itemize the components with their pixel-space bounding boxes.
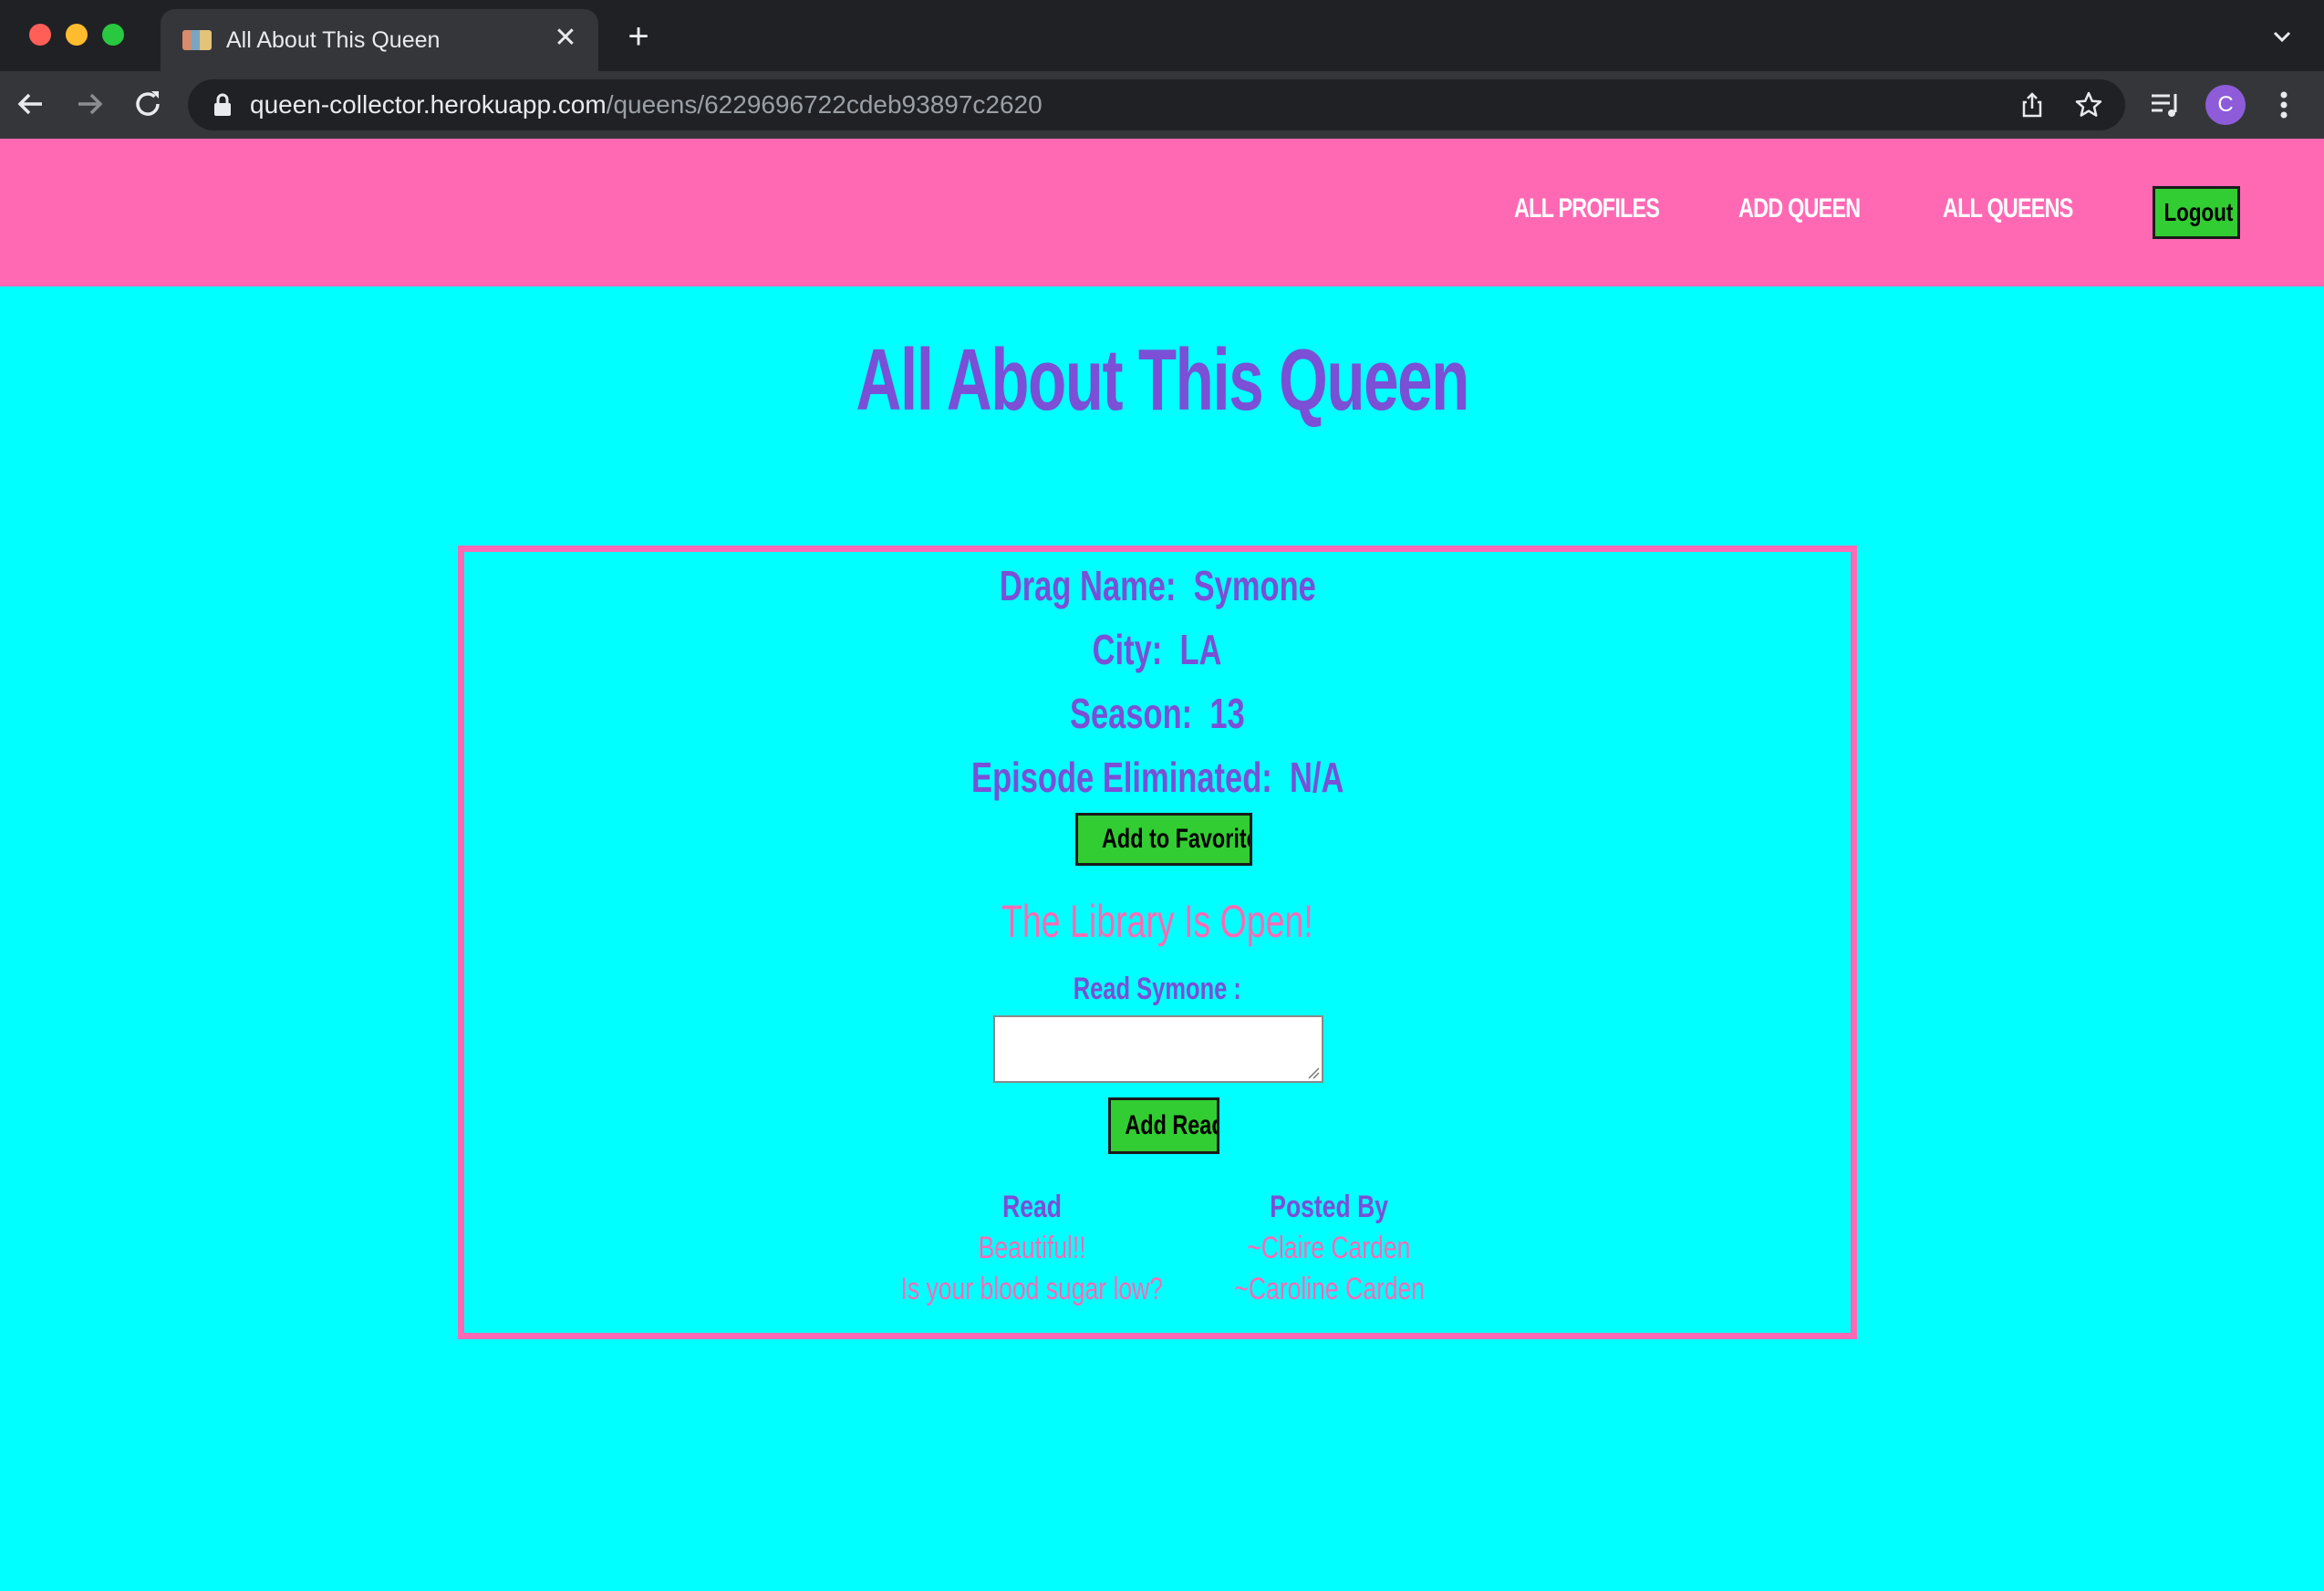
url-domain: queen-collector.herokuapp.com [250,90,607,119]
favicon-icon [182,30,212,50]
episode-row: Episode Eliminated: N/A [464,753,1851,802]
posted-by-cell: ~Caroline Carden [1233,1272,1425,1306]
window-maximize-button[interactable] [102,24,124,46]
table-row: Beautiful!! ~Claire Carden [860,1228,1455,1269]
browser-toolbar: queen-collector.herokuapp.com/queens/622… [0,71,2324,139]
url-path: /queens/6229696722cdeb93897c2620 [606,90,1043,119]
read-label: Read Symone : [464,972,1851,1007]
library-heading: The Library Is Open! [464,895,1851,948]
browser-tab-active[interactable]: All About This Queen ✕ [161,9,598,71]
drag-name-label: Drag Name: [999,562,1177,609]
queen-detail-card: Drag Name: Symone City: LA Season: 13 Ep… [458,546,1857,1339]
add-to-favorites-label: Add to Favorites [1102,824,1250,854]
address-bar[interactable]: queen-collector.herokuapp.com/queens/622… [188,79,2125,130]
site-navbar: ALL PROFILES ADD QUEEN ALL QUEENS Logout [0,139,2324,286]
reads-table-wrapper: Read Posted By Beautiful!! ~Claire Carde… [464,1187,1851,1310]
episode-label: Episode Eliminated: [970,754,1272,801]
nav-all-queens-link[interactable]: ALL QUEENS [1943,193,2073,224]
read-cell: Is your blood sugar low? [900,1272,1164,1306]
add-read-button[interactable]: Add Read [1108,1097,1219,1154]
season-label: Season: [1070,690,1193,737]
posted-by-column-header: Posted By [1270,1190,1389,1224]
page-title-text: All About This Queen [856,331,1469,429]
episode-value: N/A [1289,754,1344,801]
read-column-header: Read [1001,1190,1062,1224]
tab-close-icon[interactable]: ✕ [549,22,582,55]
read-textarea[interactable] [993,1015,1323,1083]
resize-grip-icon[interactable] [1307,1066,1320,1079]
nav-all-profiles-link[interactable]: ALL PROFILES [1514,193,1660,224]
back-arrow-icon[interactable] [13,86,49,122]
browser-tab-strip: All About This Queen ✕ + [0,0,2324,71]
profile-avatar[interactable]: C [2205,85,2246,125]
add-read-label: Add Read [1125,1110,1219,1140]
posted-by-cell: ~Claire Carden [1247,1231,1411,1265]
bookmark-star-icon[interactable] [2074,90,2103,120]
logout-label: Logout [2163,198,2234,226]
window-minimize-button[interactable] [66,24,88,46]
page-title: All About This Queen [0,330,2324,431]
nav-add-queen-link[interactable]: ADD QUEEN [1738,193,1861,224]
lock-icon [214,93,231,116]
tab-search-chevron-icon[interactable] [2267,22,2297,51]
tab-title: All About This Queen [226,27,441,53]
city-row: City: LA [464,625,1851,674]
new-tab-plus-icon[interactable]: + [620,18,657,55]
reads-table-header: Read Posted By [860,1187,1455,1228]
drag-name-value: Symone [1193,562,1316,609]
kebab-menu-icon[interactable] [2269,87,2298,123]
season-value: 13 [1209,690,1245,737]
media-playlist-icon[interactable] [2149,88,2182,121]
read-label-text: Read Symone : [1073,972,1242,1006]
season-row: Season: 13 [464,689,1851,738]
city-value: LA [1179,626,1222,673]
read-cell: Beautiful!! [978,1231,1086,1265]
table-row: Is your blood sugar low? ~Caroline Carde… [860,1269,1455,1310]
logout-button[interactable]: Logout [2153,186,2240,239]
share-icon[interactable] [2018,90,2047,120]
city-label: City: [1093,626,1163,673]
url-text: queen-collector.herokuapp.com/queens/622… [250,90,1043,120]
reads-table: Read Posted By Beautiful!! ~Claire Carde… [860,1187,1455,1310]
reload-icon[interactable] [130,86,166,122]
window-close-button[interactable] [29,24,51,46]
drag-name-row: Drag Name: Symone [464,561,1851,610]
forward-arrow-icon[interactable] [71,86,108,122]
add-to-favorites-button[interactable]: Add to Favorites [1075,813,1252,866]
library-heading-text: The Library Is Open! [1001,896,1313,947]
